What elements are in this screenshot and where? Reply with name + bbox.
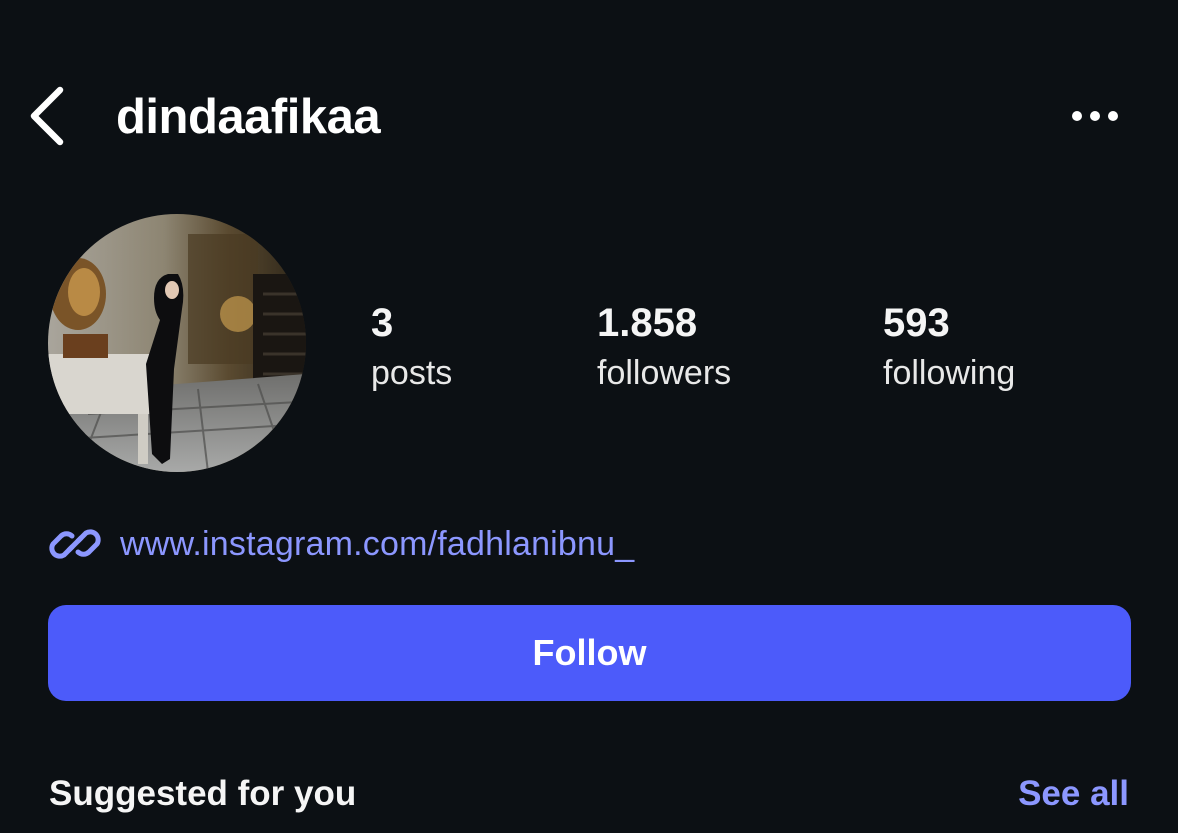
profile-avatar[interactable] bbox=[48, 214, 306, 472]
chevron-left-icon bbox=[30, 86, 64, 146]
link-icon bbox=[49, 529, 101, 559]
see-all-link[interactable]: See all bbox=[1018, 774, 1129, 814]
profile-username: dindaafikaa bbox=[116, 90, 381, 144]
back-button[interactable] bbox=[22, 82, 82, 150]
posts-count: 3 bbox=[371, 301, 394, 345]
profile-link-text[interactable]: www.instagram.com/fadhlanibnu_ bbox=[120, 525, 634, 564]
following-label: following bbox=[883, 354, 1016, 392]
follow-button[interactable]: Follow bbox=[48, 605, 1131, 701]
suggested-for-you-title: Suggested for you bbox=[49, 774, 357, 813]
profile-link-row[interactable]: www.instagram.com/fadhlanibnu_ bbox=[48, 512, 634, 576]
following-count: 593 bbox=[883, 301, 950, 345]
posts-label: posts bbox=[371, 354, 453, 392]
following-stat[interactable]: 593 following bbox=[883, 296, 1015, 396]
profile-header: dindaafikaa bbox=[0, 0, 1178, 230]
more-options-button[interactable] bbox=[1062, 96, 1132, 136]
ellipsis-horizontal-icon bbox=[1072, 111, 1118, 121]
posts-stat[interactable]: 3 posts bbox=[371, 296, 452, 396]
followers-count: 1.858 bbox=[597, 301, 698, 345]
profile-photo bbox=[48, 214, 306, 472]
followers-label: followers bbox=[597, 354, 732, 392]
followers-stat[interactable]: 1.858 followers bbox=[597, 296, 731, 396]
